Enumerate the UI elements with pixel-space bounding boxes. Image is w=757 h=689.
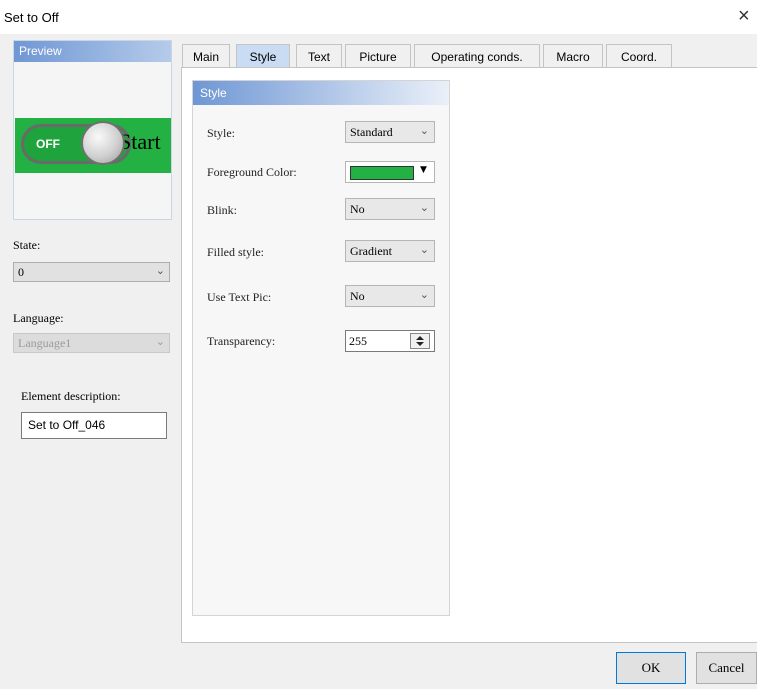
chevron-down-icon: ⌄ xyxy=(419,124,429,137)
dropdown-arrow-icon: ▼ xyxy=(420,165,427,175)
foreground-color-picker[interactable]: ▼ xyxy=(345,161,435,183)
tab-text[interactable]: Text xyxy=(296,44,342,68)
preview-title: Preview xyxy=(19,44,62,58)
state-value: 0 xyxy=(18,265,24,279)
use-text-pic-label: Use Text Pic: xyxy=(207,290,272,304)
element-description-label: Element description: xyxy=(21,389,121,403)
filled-style-label: Filled style: xyxy=(207,245,264,259)
cancel-button[interactable]: Cancel xyxy=(696,652,757,684)
blink-value: No xyxy=(350,202,365,216)
style-group-title: Style xyxy=(200,86,227,100)
element-description-value: Set to Off_046 xyxy=(28,418,106,432)
style-value: Standard xyxy=(350,125,393,139)
filled-style-dropdown[interactable]: Gradient ⌄ xyxy=(345,240,435,262)
language-dropdown: Language1 ⌄ xyxy=(13,333,170,353)
tab-main[interactable]: Main xyxy=(182,44,230,68)
element-description-field[interactable]: Set to Off_046 xyxy=(21,412,167,439)
transparency-spinbox[interactable]: 255 xyxy=(345,330,435,352)
use-text-pic-dropdown[interactable]: No ⌄ xyxy=(345,285,435,307)
title-bar: Set to Off × xyxy=(0,0,757,34)
close-icon[interactable]: × xyxy=(738,5,750,27)
style-dropdown[interactable]: Standard ⌄ xyxy=(345,121,435,143)
preview-panel: Preview OFF Start xyxy=(13,40,172,220)
state-dropdown[interactable]: 0 ⌄ xyxy=(13,262,170,282)
transparency-label: Transparency: xyxy=(207,334,276,348)
switch-off-label: OFF xyxy=(36,137,60,151)
language-label: Language: xyxy=(13,311,64,325)
style-label: Style: xyxy=(207,126,236,140)
preview-header: Preview xyxy=(14,41,171,62)
foreground-color-label: Foreground Color: xyxy=(207,165,297,179)
tab-macro[interactable]: Macro xyxy=(543,44,603,68)
transparency-value: 255 xyxy=(349,334,367,348)
spin-up-icon[interactable] xyxy=(416,336,424,340)
style-group: Style Style: Standard ⌄ Foreground Color… xyxy=(192,80,450,616)
color-swatch xyxy=(350,166,414,180)
blink-dropdown[interactable]: No ⌄ xyxy=(345,198,435,220)
chevron-down-icon: ⌄ xyxy=(419,288,429,301)
window-title: Set to Off xyxy=(4,10,59,25)
tab-operating-conds[interactable]: Operating conds. xyxy=(414,44,540,68)
chevron-down-icon: ⌄ xyxy=(419,201,429,214)
filled-style-value: Gradient xyxy=(350,244,392,258)
use-text-pic-value: No xyxy=(350,289,365,303)
chevron-down-icon: ⌄ xyxy=(155,335,165,348)
style-group-header: Style xyxy=(193,81,449,105)
switch-knob-icon xyxy=(81,121,125,165)
ok-button[interactable]: OK xyxy=(616,652,686,684)
spin-down-icon[interactable] xyxy=(416,342,424,346)
tab-picture[interactable]: Picture xyxy=(345,44,411,68)
spin-buttons[interactable] xyxy=(410,333,430,349)
switch-start-label: Start xyxy=(119,129,161,154)
tab-style[interactable]: Style xyxy=(236,44,290,68)
chevron-down-icon: ⌄ xyxy=(419,243,429,256)
blink-label: Blink: xyxy=(207,203,238,217)
tab-coord[interactable]: Coord. xyxy=(606,44,672,68)
state-label: State: xyxy=(13,238,41,252)
language-value: Language1 xyxy=(18,336,72,350)
chevron-down-icon: ⌄ xyxy=(155,264,165,277)
